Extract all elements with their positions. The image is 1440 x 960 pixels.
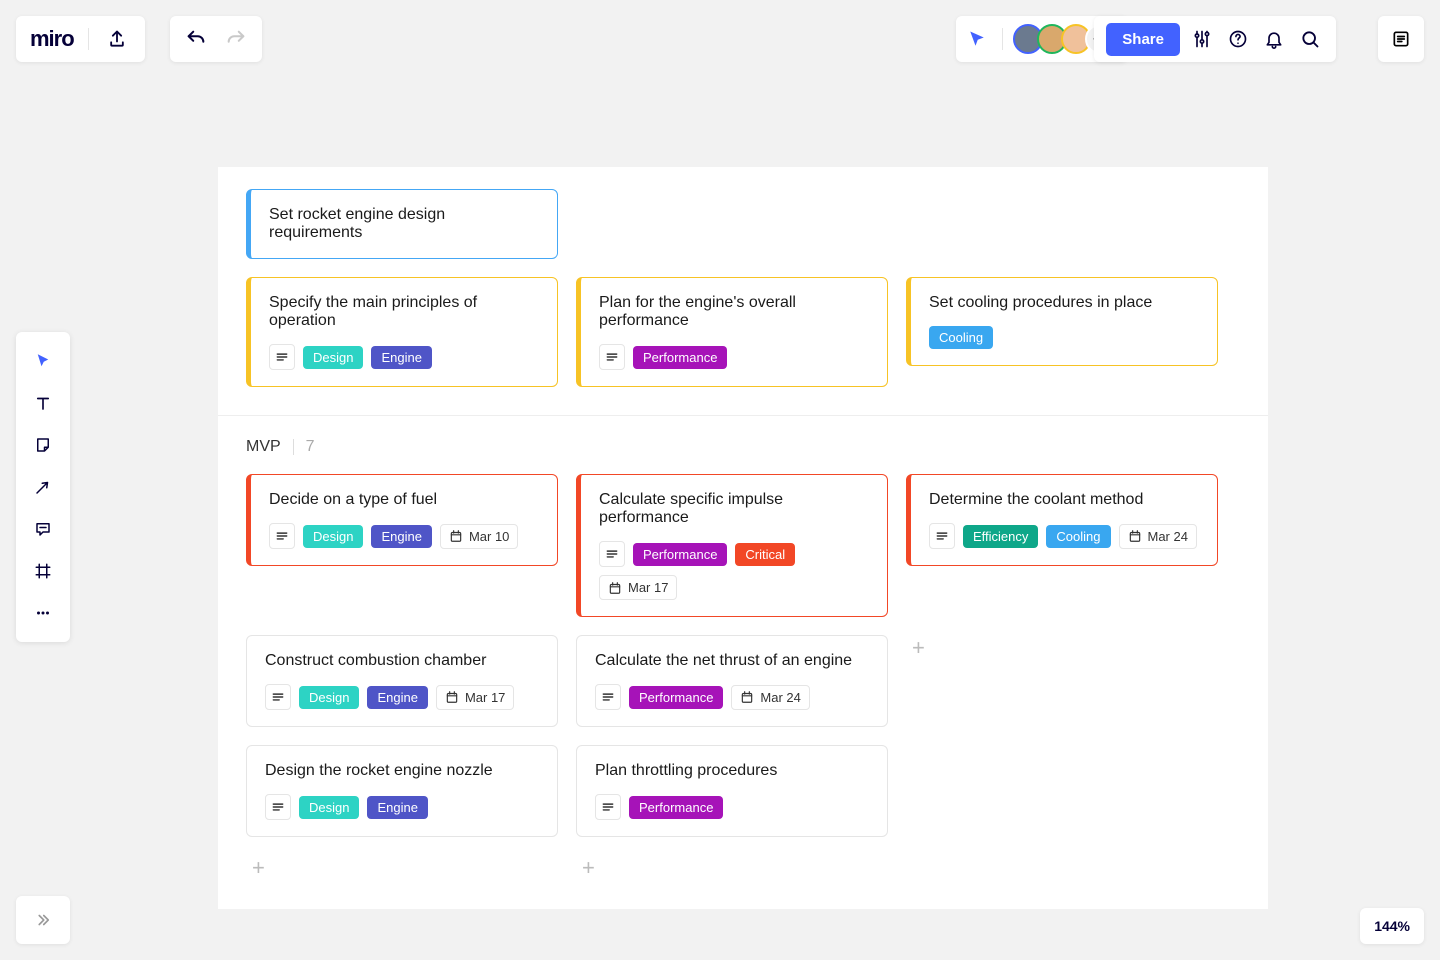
add-card-cell: +: [246, 855, 558, 881]
bell-icon[interactable]: [1260, 25, 1288, 53]
text-tool[interactable]: [24, 384, 62, 422]
add-card-button[interactable]: +: [576, 855, 595, 881]
card[interactable]: Decide on a type of fuel Design Engine M…: [246, 474, 558, 566]
card-title: Design the rocket engine nozzle: [265, 762, 539, 780]
logo-container: miro: [16, 16, 145, 62]
tag-critical[interactable]: Critical: [735, 543, 795, 566]
card-title: Plan for the engine's overall performanc…: [599, 294, 869, 330]
add-card-button[interactable]: +: [906, 635, 925, 661]
add-card-cell: +: [576, 855, 888, 881]
arrow-tool[interactable]: [24, 468, 62, 506]
date-chip[interactable]: Mar 17: [599, 575, 677, 600]
tag-engine[interactable]: Engine: [371, 346, 431, 369]
history-container: [170, 16, 262, 62]
tag-design[interactable]: Design: [299, 686, 359, 709]
description-icon: [595, 684, 621, 710]
section-header[interactable]: MVP 7: [246, 438, 1240, 456]
card[interactable]: Plan throttling procedures Performance: [576, 745, 888, 837]
card-title: Decide on a type of fuel: [269, 491, 539, 509]
settings-icon[interactable]: [1188, 25, 1216, 53]
card-title: Determine the coolant method: [929, 491, 1199, 509]
help-icon[interactable]: [1224, 25, 1252, 53]
expand-toolbar[interactable]: [16, 896, 70, 944]
card-title: Set rocket engine design requirements: [269, 206, 539, 242]
tag-engine[interactable]: Engine: [371, 525, 431, 548]
card[interactable]: Determine the coolant method Efficiency …: [906, 474, 1218, 566]
description-icon: [265, 684, 291, 710]
card[interactable]: Construct combustion chamber Design Engi…: [246, 635, 558, 727]
description-icon: [929, 523, 955, 549]
card[interactable]: Set rocket engine design requirements: [246, 189, 558, 259]
app-logo[interactable]: miro: [30, 26, 74, 52]
description-icon: [269, 344, 295, 370]
kanban-board[interactable]: Set rocket engine design requirements Sp…: [218, 167, 1268, 909]
undo-icon[interactable]: [182, 25, 210, 53]
card-title: Set cooling procedures in place: [929, 294, 1199, 312]
tag-design[interactable]: Design: [303, 346, 363, 369]
section-name: MVP: [246, 438, 281, 456]
share-button[interactable]: Share: [1106, 23, 1180, 56]
zoom-level[interactable]: 144%: [1360, 908, 1424, 944]
tag-performance[interactable]: Performance: [633, 543, 727, 566]
date-chip[interactable]: Mar 24: [1119, 524, 1197, 549]
card-title: Calculate specific impulse performance: [599, 491, 869, 527]
search-icon[interactable]: [1296, 25, 1324, 53]
export-icon[interactable]: [103, 25, 131, 53]
card[interactable]: Design the rocket engine nozzle Design E…: [246, 745, 558, 837]
card[interactable]: Plan for the engine's overall performanc…: [576, 277, 888, 387]
add-card-cell: +: [906, 635, 1218, 661]
select-tool[interactable]: [24, 342, 62, 380]
separator: [88, 28, 89, 50]
tag-performance[interactable]: Performance: [633, 346, 727, 369]
more-tools[interactable]: [24, 594, 62, 632]
tag-design[interactable]: Design: [299, 796, 359, 819]
tag-cooling[interactable]: Cooling: [929, 326, 993, 349]
description-icon: [599, 344, 625, 370]
left-toolbar: [16, 332, 70, 642]
description-icon: [269, 523, 295, 549]
tag-engine[interactable]: Engine: [367, 686, 427, 709]
card[interactable]: Calculate specific impulse performance P…: [576, 474, 888, 617]
tag-cooling[interactable]: Cooling: [1046, 525, 1110, 548]
tag-performance[interactable]: Performance: [629, 796, 723, 819]
sticky-note-tool[interactable]: [24, 426, 62, 464]
add-card-button[interactable]: +: [246, 855, 265, 881]
top-controls: Share: [1094, 16, 1336, 62]
section-top: Set rocket engine design requirements Sp…: [218, 167, 1268, 415]
tag-engine[interactable]: Engine: [367, 796, 427, 819]
card[interactable]: Specify the main principles of operation…: [246, 277, 558, 387]
card-title: Plan throttling procedures: [595, 762, 869, 780]
card-title: Specify the main principles of operation: [269, 294, 539, 330]
separator: [293, 439, 294, 455]
redo-icon[interactable]: [222, 25, 250, 53]
separator: [1002, 28, 1003, 50]
tag-design[interactable]: Design: [303, 525, 363, 548]
card[interactable]: Set cooling procedures in place Cooling: [906, 277, 1218, 366]
section-count: 7: [306, 438, 315, 456]
tag-efficiency[interactable]: Efficiency: [963, 525, 1038, 548]
description-icon: [599, 541, 625, 567]
tag-performance[interactable]: Performance: [629, 686, 723, 709]
cursor-icon: [968, 30, 986, 48]
date-chip[interactable]: Mar 17: [436, 685, 514, 710]
card-title: Construct combustion chamber: [265, 652, 539, 670]
description-icon: [265, 794, 291, 820]
date-chip[interactable]: Mar 24: [731, 685, 809, 710]
frame-tool[interactable]: [24, 552, 62, 590]
date-chip[interactable]: Mar 10: [440, 524, 518, 549]
panel-toggle[interactable]: [1378, 16, 1424, 62]
section-mvp: MVP 7 Decide on a type of fuel Design En…: [218, 416, 1268, 909]
card[interactable]: Calculate the net thrust of an engine Pe…: [576, 635, 888, 727]
comment-tool[interactable]: [24, 510, 62, 548]
card-title: Calculate the net thrust of an engine: [595, 652, 869, 670]
description-icon: [595, 794, 621, 820]
